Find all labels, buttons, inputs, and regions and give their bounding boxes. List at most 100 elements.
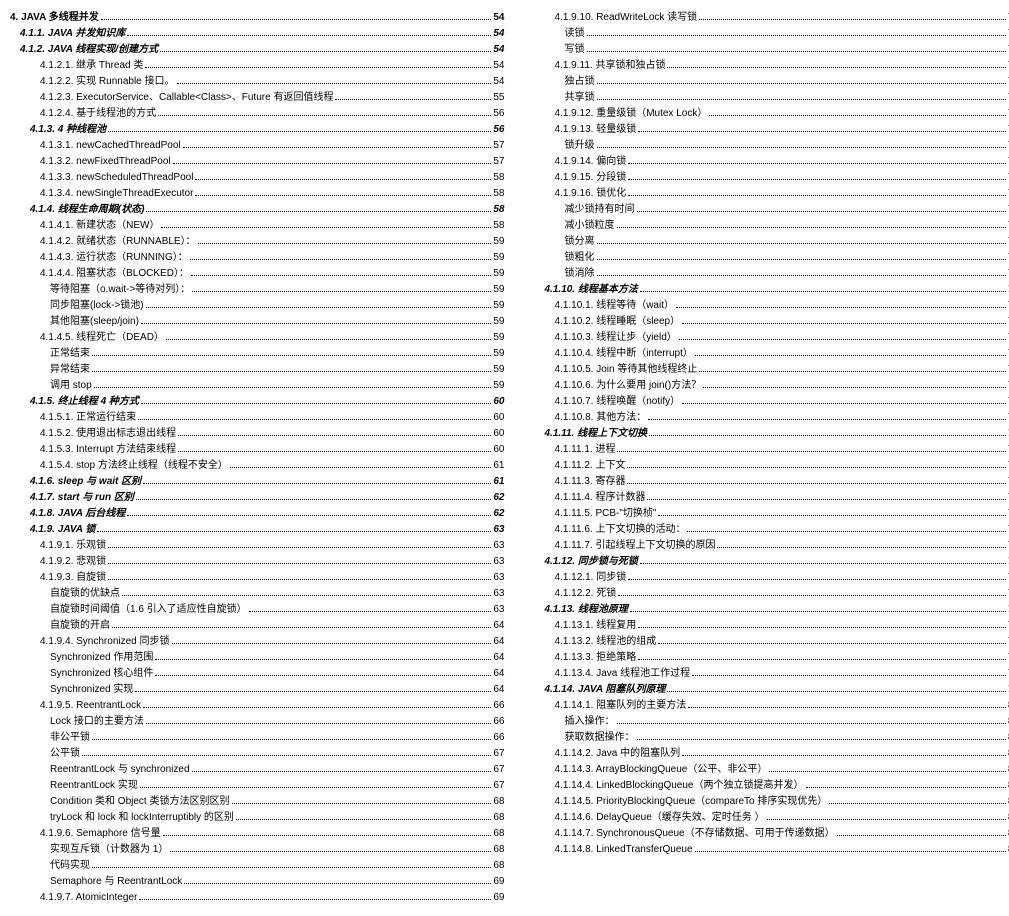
toc-entry[interactable]: 4.1.2.3. ExecutorService、Callable<Class>… (10, 90, 505, 106)
toc-entry[interactable]: 异常结束59 (10, 362, 505, 378)
toc-entry[interactable]: 4.1.4. 线程生命周期(状态)58 (10, 202, 505, 218)
toc-entry[interactable]: 4.1.11.6. 上下文切换的活动：76 (525, 522, 1009, 538)
toc-entry[interactable]: 4.1.8. JAVA 后台线程62 (10, 506, 505, 522)
toc-entry[interactable]: 4.1.3.3. newScheduledThreadPool58 (10, 170, 505, 186)
toc-entry[interactable]: 独占锁70 (525, 74, 1009, 90)
toc-entry[interactable]: 4.1.9.16. 锁优化71 (525, 186, 1009, 202)
toc-entry[interactable]: 锁粗化72 (525, 250, 1009, 266)
toc-entry[interactable]: 减少锁持有时间72 (525, 202, 1009, 218)
toc-entry[interactable]: 4.1.9.7. AtomicInteger69 (10, 890, 505, 906)
toc-entry[interactable]: 4.1.14.8. LinkedTransferQueue83 (525, 842, 1009, 858)
toc-entry[interactable]: 4.1.10.6. 为什么要用 join()方法？74 (525, 378, 1009, 394)
toc-entry[interactable]: 4.1.4.5. 线程死亡（DEAD）59 (10, 330, 505, 346)
toc-entry[interactable]: 获取数据操作：81 (525, 730, 1009, 746)
toc-entry[interactable]: 4.1.9.3. 自旋锁63 (10, 570, 505, 586)
toc-entry[interactable]: Condition 类和 Object 类锁方法区别区别68 (10, 794, 505, 810)
toc-entry[interactable]: 锁升级71 (525, 138, 1009, 154)
toc-entry[interactable]: 4.1.10.4. 线程中断（interrupt）73 (525, 346, 1009, 362)
toc-entry[interactable]: 4.1.11. 线程上下文切换75 (525, 426, 1009, 442)
toc-entry[interactable]: 4.1.4.1. 新建状态（NEW）58 (10, 218, 505, 234)
toc-entry[interactable]: 4.1.13.4. Java 线程池工作过程78 (525, 666, 1009, 682)
toc-entry[interactable]: 4.1.14. JAVA 阻塞队列原理79 (525, 682, 1009, 698)
toc-entry[interactable]: 4.1.2. JAVA 线程实现/创建方式54 (10, 42, 505, 58)
toc-entry[interactable]: 同步阻塞(lock->锁池)59 (10, 298, 505, 314)
toc-entry[interactable]: 4.1.2.4. 基于线程池的方式56 (10, 106, 505, 122)
toc-entry[interactable]: Semaphore 与 ReentrantLock69 (10, 874, 505, 890)
toc-entry[interactable]: 4.1.9.5. ReentrantLock66 (10, 698, 505, 714)
toc-entry[interactable]: 4.1.11.2. 上下文75 (525, 458, 1009, 474)
toc-entry[interactable]: 4.1.13.2. 线程池的组成76 (525, 634, 1009, 650)
toc-entry[interactable]: 4.1.12. 同步锁与死锁76 (525, 554, 1009, 570)
toc-entry[interactable]: 4.1.11.1. 进程75 (525, 442, 1009, 458)
toc-entry[interactable]: 4.1.9.12. 重量级锁（Mutex Lock）71 (525, 106, 1009, 122)
toc-entry[interactable]: 4.1.11.3. 寄存器75 (525, 474, 1009, 490)
toc-entry[interactable]: 4.1.5.2. 使用退出标志退出线程60 (10, 426, 505, 442)
toc-entry[interactable]: 4.1.9. JAVA 锁63 (10, 522, 505, 538)
toc-entry[interactable]: Synchronized 实现64 (10, 682, 505, 698)
toc-entry[interactable]: 4.1.14.7. SynchronousQueue（不存储数据、可用于传递数据… (525, 826, 1009, 842)
toc-entry[interactable]: 4.1.10.8. 其他方法：74 (525, 410, 1009, 426)
toc-entry[interactable]: 4.1.14.2. Java 中的阻塞队列81 (525, 746, 1009, 762)
toc-entry[interactable]: 4.1.9.1. 乐观锁63 (10, 538, 505, 554)
toc-entry[interactable]: 4.1.10.7. 线程唤醒（notify）74 (525, 394, 1009, 410)
toc-entry[interactable]: 4.1.5.1. 正常运行结束60 (10, 410, 505, 426)
toc-entry[interactable]: 调用 stop59 (10, 378, 505, 394)
toc-entry[interactable]: 锁分离72 (525, 234, 1009, 250)
toc-entry[interactable]: 插入操作：80 (525, 714, 1009, 730)
toc-entry[interactable]: 4.1.5.4. stop 方法终止线程（线程不安全）61 (10, 458, 505, 474)
toc-entry[interactable]: 4. JAVA 多线程并发54 (10, 10, 505, 26)
toc-entry[interactable]: 4.1.4.4. 阻塞状态（BLOCKED）：59 (10, 266, 505, 282)
toc-entry[interactable]: 代码实现68 (10, 858, 505, 874)
toc-entry[interactable]: 4.1.13.3. 拒绝策略78 (525, 650, 1009, 666)
toc-entry[interactable]: 共享锁70 (525, 90, 1009, 106)
toc-entry[interactable]: 4.1.9.2. 悲观锁63 (10, 554, 505, 570)
toc-entry[interactable]: 4.1.9.11. 共享锁和独占锁70 (525, 58, 1009, 74)
toc-entry[interactable]: 4.1.3.1. newCachedThreadPool57 (10, 138, 505, 154)
toc-entry[interactable]: 实现互斥锁（计数器为 1）68 (10, 842, 505, 858)
toc-entry[interactable]: 自旋锁的优缺点63 (10, 586, 505, 602)
toc-entry[interactable]: 4.1.3. 4 种线程池56 (10, 122, 505, 138)
toc-entry[interactable]: 4.1.9.4. Synchronized 同步锁64 (10, 634, 505, 650)
toc-entry[interactable]: 非公平锁66 (10, 730, 505, 746)
toc-entry[interactable]: 4.1.10. 线程基本方法72 (525, 282, 1009, 298)
toc-entry[interactable]: 4.1.12.2. 死锁76 (525, 586, 1009, 602)
toc-entry[interactable]: 4.1.5. 终止线程 4 种方式60 (10, 394, 505, 410)
toc-entry[interactable]: 4.1.9.6. Semaphore 信号量68 (10, 826, 505, 842)
toc-entry[interactable]: 自旋锁时间阈值（1.6 引入了适应性自旋锁）63 (10, 602, 505, 618)
toc-entry[interactable]: 4.1.7. start 与 run 区别62 (10, 490, 505, 506)
toc-entry[interactable]: Lock 接口的主要方法66 (10, 714, 505, 730)
toc-entry[interactable]: 4.1.13.1. 线程复用76 (525, 618, 1009, 634)
toc-entry[interactable]: Synchronized 作用范围64 (10, 650, 505, 666)
toc-entry[interactable]: 4.1.9.13. 轻量级锁71 (525, 122, 1009, 138)
toc-entry[interactable]: 4.1.2.2. 实现 Runnable 接口。54 (10, 74, 505, 90)
toc-entry[interactable]: 4.1.11.5. PCB-"切换桢"75 (525, 506, 1009, 522)
toc-entry[interactable]: 等待阻塞（o.wait->等待对列）：59 (10, 282, 505, 298)
toc-entry[interactable]: 4.1.14.1. 阻塞队列的主要方法80 (525, 698, 1009, 714)
toc-entry[interactable]: 4.1.5.3. Interrupt 方法结束线程60 (10, 442, 505, 458)
toc-entry[interactable]: 4.1.10.2. 线程睡眠（sleep）73 (525, 314, 1009, 330)
toc-entry[interactable]: 4.1.13. 线程池原理76 (525, 602, 1009, 618)
toc-entry[interactable]: 4.1.9.14. 偏向锁71 (525, 154, 1009, 170)
toc-entry[interactable]: 4.1.9.10. ReadWriteLock 读写锁70 (525, 10, 1009, 26)
toc-entry[interactable]: 4.1.3.2. newFixedThreadPool57 (10, 154, 505, 170)
toc-entry[interactable]: 4.1.14.4. LinkedBlockingQueue（两个独立锁提高并发）… (525, 778, 1009, 794)
toc-entry[interactable]: ReentrantLock 实现67 (10, 778, 505, 794)
toc-entry[interactable]: 4.1.4.2. 就绪状态（RUNNABLE）：59 (10, 234, 505, 250)
toc-entry[interactable]: tryLock 和 lock 和 lockInterruptibly 的区别68 (10, 810, 505, 826)
toc-entry[interactable]: 4.1.4.3. 运行状态（RUNNING）：59 (10, 250, 505, 266)
toc-entry[interactable]: 4.1.10.1. 线程等待（wait）73 (525, 298, 1009, 314)
toc-entry[interactable]: Synchronized 核心组件64 (10, 666, 505, 682)
toc-entry[interactable]: 自旋锁的开启64 (10, 618, 505, 634)
toc-entry[interactable]: 4.1.11.4. 程序计数器75 (525, 490, 1009, 506)
toc-entry[interactable]: ReentrantLock 与 synchronized67 (10, 762, 505, 778)
toc-entry[interactable]: 读锁70 (525, 26, 1009, 42)
toc-entry[interactable]: 4.1.6. sleep 与 wait 区别61 (10, 474, 505, 490)
toc-entry[interactable]: 写锁70 (525, 42, 1009, 58)
toc-entry[interactable]: 锁消除72 (525, 266, 1009, 282)
toc-entry[interactable]: 正常结束59 (10, 346, 505, 362)
toc-entry[interactable]: 4.1.2.1. 继承 Thread 类54 (10, 58, 505, 74)
toc-entry[interactable]: 4.1.14.3. ArrayBlockingQueue（公平、非公平）82 (525, 762, 1009, 778)
toc-entry[interactable]: 4.1.14.5. PriorityBlockingQueue（compareT… (525, 794, 1009, 810)
toc-entry[interactable]: 其他阻塞(sleep/join)59 (10, 314, 505, 330)
toc-entry[interactable]: 4.1.9.15. 分段锁71 (525, 170, 1009, 186)
